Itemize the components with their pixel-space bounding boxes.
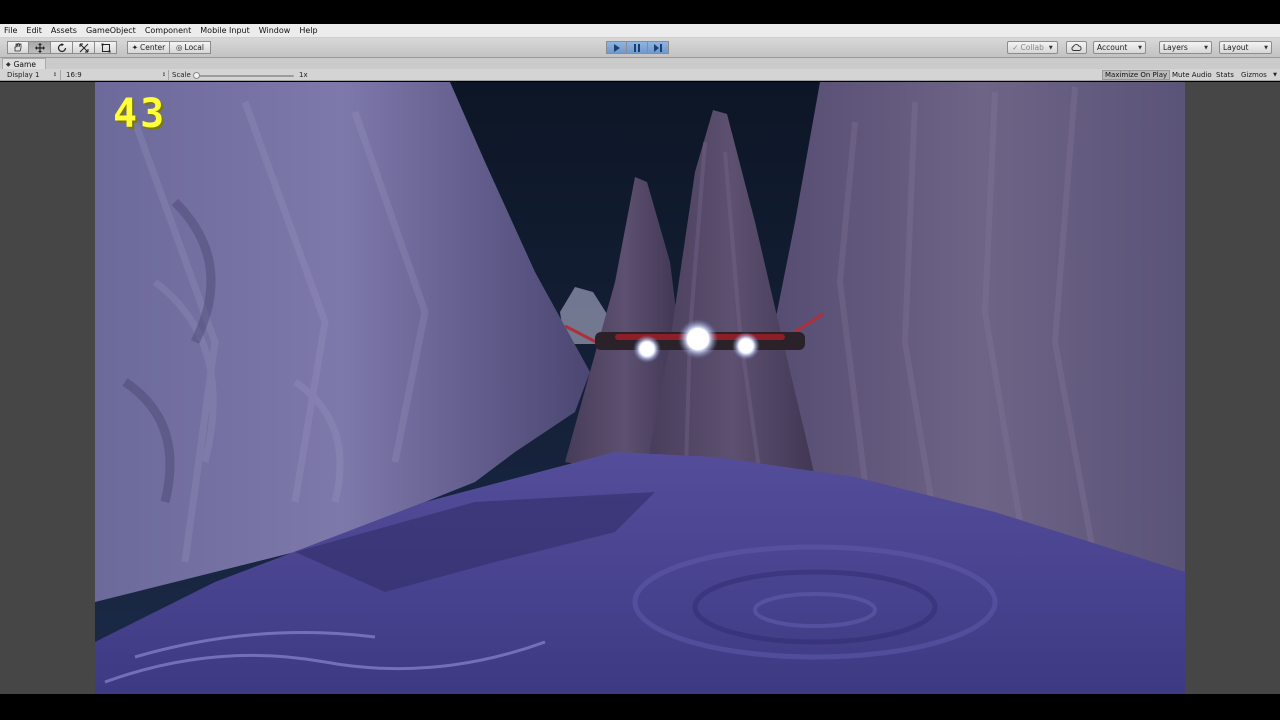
chevron-down-icon: ▼: [1273, 72, 1277, 78]
layout-dropdown[interactable]: Layout ▼: [1219, 41, 1272, 54]
play-button[interactable]: [606, 41, 627, 54]
cloud-group: [1066, 41, 1087, 54]
game-view: 43: [0, 82, 1280, 694]
scale-slider-track[interactable]: [196, 75, 294, 77]
ship-engine-core: [687, 328, 709, 350]
gizmos-dropdown[interactable]: Gizmos ▼: [1241, 70, 1277, 80]
rect-tool-icon: [101, 43, 110, 52]
pivot-center-button[interactable]: ✦ Center: [127, 41, 170, 54]
scale-icon: [79, 43, 88, 52]
account-dropdown[interactable]: Account ▼: [1093, 41, 1146, 54]
collab-check-icon: ✓: [1012, 43, 1019, 52]
transform-tools: [7, 41, 117, 54]
move-tool-button[interactable]: [29, 41, 51, 54]
cloud-button[interactable]: [1066, 41, 1087, 54]
game-scene: [95, 82, 1185, 694]
rotate-tool-button[interactable]: [51, 41, 73, 54]
tab-game[interactable]: ◆ Game: [2, 58, 46, 69]
rotate-icon: [57, 42, 66, 52]
collab-dropdown[interactable]: ✓ Collab ▼: [1007, 41, 1058, 54]
hand-tool-button[interactable]: [7, 41, 29, 54]
mute-audio-toggle[interactable]: Mute Audio: [1170, 70, 1214, 80]
local-space-icon: ◎: [176, 43, 183, 52]
step-icon: [654, 43, 662, 52]
divider: [168, 70, 169, 80]
scale-tool-button[interactable]: [73, 41, 95, 54]
display-dropdown[interactable]: Display 1 ↕: [7, 70, 57, 80]
layers-dropdown[interactable]: Layers ▼: [1159, 41, 1212, 54]
chevron-down-icon: ▼: [1138, 44, 1142, 51]
stats-toggle[interactable]: Stats: [1214, 70, 1236, 80]
letterbox-top: [0, 0, 1280, 24]
hand-icon: [14, 43, 22, 52]
ship-engine-core: [640, 342, 654, 356]
game-tab-icon: ◆: [6, 60, 11, 68]
menu-window[interactable]: Window: [259, 26, 291, 35]
aspect-dropdown[interactable]: 16:9 ↕: [66, 70, 166, 80]
score-counter: 43: [113, 91, 168, 137]
letterbox-bottom: [0, 694, 1280, 720]
pivot-toggles: ✦ Center ◎ Local: [127, 41, 211, 54]
account-group: Account ▼: [1093, 41, 1146, 54]
game-view-toolbar: Display 1 ↕ 16:9 ↕ Scale 1x Maximize On Pl…: [0, 69, 1280, 81]
menu-bar: File Edit Assets GameObject Component Mo…: [0, 24, 1280, 38]
chevron-down-icon: ▼: [1264, 44, 1268, 51]
menu-edit[interactable]: Edit: [26, 26, 42, 35]
collab-group: ✓ Collab ▼: [1007, 41, 1058, 54]
pivot-local-button[interactable]: ◎ Local: [170, 41, 211, 54]
menu-gameobject[interactable]: GameObject: [86, 26, 136, 35]
step-button[interactable]: [648, 41, 669, 54]
main-toolbar: ✦ Center ◎ Local ✓ Collab ▼ Account ▼ Lay: [0, 38, 1280, 58]
menu-mobile-input[interactable]: Mobile Input: [200, 26, 250, 35]
scale-value: 1x: [299, 71, 308, 79]
scale-slider-thumb[interactable]: [193, 72, 200, 79]
menu-help[interactable]: Help: [299, 26, 317, 35]
divider: [60, 70, 61, 80]
pivot-icon: ✦: [131, 43, 139, 52]
layout-group: Layout ▼: [1219, 41, 1272, 54]
menu-file[interactable]: File: [4, 26, 17, 35]
layers-group: Layers ▼: [1159, 41, 1212, 54]
ship-engine-core: [739, 339, 753, 353]
chevron-down-icon: ▼: [1048, 44, 1053, 51]
rect-tool-button[interactable]: [95, 41, 117, 54]
chevron-updown-icon: ↕: [161, 72, 166, 78]
playback-controls: [606, 41, 669, 54]
chevron-updown-icon: ↕: [52, 72, 57, 78]
game-viewport[interactable]: 43: [95, 82, 1185, 694]
tab-row: ◆ Game: [0, 58, 1280, 69]
menu-assets[interactable]: Assets: [51, 26, 77, 35]
menu-component[interactable]: Component: [145, 26, 191, 35]
move-icon: [34, 42, 45, 53]
chevron-down-icon: ▼: [1204, 44, 1208, 51]
scale-label: Scale: [172, 71, 191, 79]
maximize-on-play-toggle[interactable]: Maximize On Play: [1102, 70, 1171, 80]
cloud-icon: [1071, 44, 1082, 51]
play-icon: [613, 43, 620, 52]
pause-button[interactable]: [627, 41, 648, 54]
pause-icon: [634, 43, 640, 52]
